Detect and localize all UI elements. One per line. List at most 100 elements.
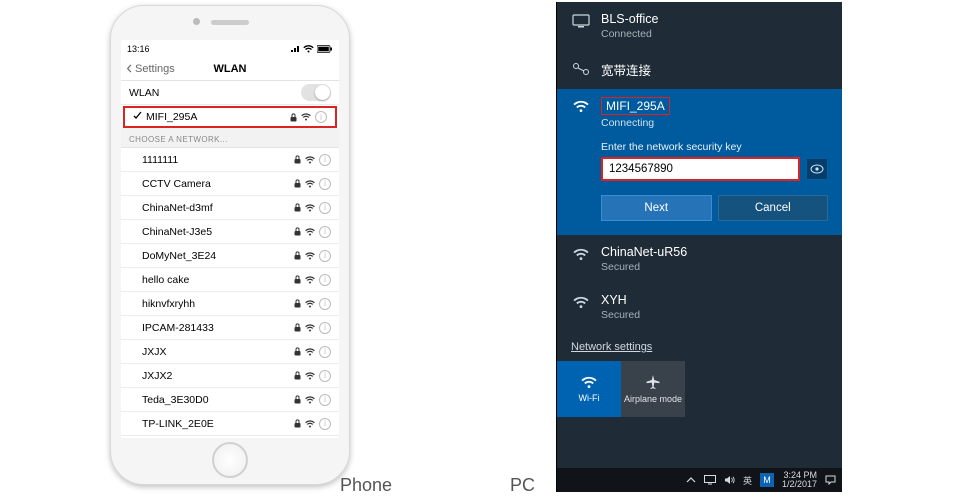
network-name: CCTV Camera xyxy=(142,178,294,190)
network-row[interactable]: JXJXi xyxy=(121,340,339,364)
phone-body: 13:16 Settings WLAN WLAN xyxy=(110,5,350,485)
info-icon[interactable]: i xyxy=(319,202,331,214)
network-name: 1111111 xyxy=(142,154,294,166)
info-icon[interactable]: i xyxy=(319,298,331,310)
network-name: hiknvfxryhh xyxy=(142,298,294,310)
info-icon[interactable]: i xyxy=(319,226,331,238)
airplane-tile[interactable]: Airplane mode xyxy=(621,361,685,417)
network-item[interactable]: BLS-officeConnected xyxy=(557,2,842,50)
tray-up-icon[interactable] xyxy=(686,476,696,484)
ethernet-icon xyxy=(571,12,591,40)
network-row[interactable]: ChinaNet-J3e5 i xyxy=(121,220,339,244)
info-icon[interactable]: i xyxy=(319,250,331,262)
home-button[interactable] xyxy=(212,442,248,478)
flyout-body: BLS-officeConnected宽带连接 MIFI_295A Connec… xyxy=(557,2,842,468)
network-row[interactable]: DoMyNet_3E24 i xyxy=(121,244,339,268)
network-item[interactable]: ChinaNet-uR56Secured xyxy=(557,235,842,283)
cancel-button[interactable]: Cancel xyxy=(718,195,829,221)
status-indicators xyxy=(291,44,333,54)
row-indicators: i xyxy=(294,370,331,382)
network-row[interactable]: hello cakei xyxy=(121,268,339,292)
info-icon[interactable]: i xyxy=(319,154,331,166)
status-bar: 13:16 xyxy=(121,40,339,57)
network-row[interactable]: TP-LINK_2E0E i xyxy=(121,412,339,436)
wifi-tile[interactable]: Wi-Fi xyxy=(557,361,621,417)
network-row[interactable]: JXJX2i xyxy=(121,364,339,388)
wifi-icon xyxy=(305,228,315,236)
tray-monitor-icon[interactable] xyxy=(704,475,716,485)
dialup-icon xyxy=(571,60,591,79)
ime-mode[interactable]: M xyxy=(760,473,774,487)
lock-icon xyxy=(294,251,301,260)
network-name: ChinaNet-J3e5 xyxy=(142,226,294,238)
status-time: 13:16 xyxy=(127,44,150,54)
wifi-icon xyxy=(305,180,315,188)
taskbar-clock[interactable]: 3:24 PM 1/2/2017 xyxy=(782,471,817,489)
wifi-tile-label: Wi-Fi xyxy=(579,393,600,403)
back-button[interactable]: Settings xyxy=(125,63,175,75)
back-label: Settings xyxy=(135,63,175,75)
lock-icon xyxy=(294,155,301,164)
taskbar: 英 M 3:24 PM 1/2/2017 xyxy=(557,468,842,492)
wifi-icon xyxy=(305,300,315,308)
network-name: Teda_3E30D0 xyxy=(142,394,294,406)
next-button[interactable]: Next xyxy=(601,195,712,221)
info-icon[interactable]: i xyxy=(319,274,331,286)
wifi-icon xyxy=(305,204,315,212)
phone-caption: Phone xyxy=(340,475,392,496)
lock-icon xyxy=(294,227,301,236)
tiles-spacer xyxy=(685,361,842,417)
lock-icon xyxy=(294,275,301,284)
info-icon[interactable]: i xyxy=(319,322,331,334)
info-icon[interactable]: i xyxy=(319,178,331,190)
phone-device: 13:16 Settings WLAN WLAN xyxy=(110,5,350,485)
network-row[interactable]: CCTV Camera i xyxy=(121,172,339,196)
info-icon[interactable]: i xyxy=(319,394,331,406)
chevron-left-icon xyxy=(125,64,134,73)
wlan-toggle[interactable] xyxy=(301,84,331,101)
connected-network-name: MIFI_295A xyxy=(146,111,290,123)
row-indicators: i xyxy=(294,298,331,310)
wifi-icon xyxy=(571,97,591,113)
info-icon[interactable]: i xyxy=(319,418,331,430)
network-name: DoMyNet_3E24 xyxy=(142,250,294,262)
signal-icon xyxy=(291,45,301,53)
row-indicators: i xyxy=(294,346,331,358)
wifi-icon xyxy=(305,276,315,284)
info-icon[interactable]: i xyxy=(319,370,331,382)
network-row[interactable]: 1111111 i xyxy=(121,148,339,172)
network-name: XYH xyxy=(601,293,640,307)
network-item[interactable]: 宽带连接 xyxy=(557,50,842,89)
reveal-password-button[interactable] xyxy=(806,158,828,180)
network-row[interactable]: hiknvfxryhh i xyxy=(121,292,339,316)
windows-network-flyout: BLS-officeConnected宽带连接 MIFI_295A Connec… xyxy=(556,2,842,492)
network-row[interactable]: ChinaNet-d3mfi xyxy=(121,196,339,220)
network-row[interactable]: IPCAM-281433i xyxy=(121,316,339,340)
lock-icon xyxy=(294,419,301,428)
expanded-network-name: MIFI_295A xyxy=(601,97,670,115)
row-indicators: i xyxy=(294,178,331,190)
wlan-toggle-row[interactable]: WLAN xyxy=(121,81,339,105)
network-item[interactable]: XYHSecured xyxy=(557,283,842,331)
wifi-icon xyxy=(580,375,598,389)
tray-volume-icon[interactable] xyxy=(724,475,735,485)
lock-icon xyxy=(294,371,301,380)
network-row[interactable]: TP-LINK_DD08i xyxy=(121,436,339,438)
taskbar-date: 1/2/2017 xyxy=(782,480,817,489)
wifi-icon xyxy=(305,372,315,380)
wifi-icon xyxy=(571,293,591,321)
security-key-input[interactable]: 1234567890 xyxy=(601,157,800,181)
info-icon[interactable]: i xyxy=(315,111,327,123)
network-name: BLS-office xyxy=(601,12,658,26)
lock-icon xyxy=(294,299,301,308)
available-networks-section: ChinaNet-uR56SecuredXYHSecured xyxy=(557,235,842,331)
wifi-icon xyxy=(305,420,315,428)
connected-network-row[interactable]: MIFI_295A i xyxy=(123,106,337,128)
ime-language[interactable]: 英 xyxy=(743,474,752,487)
network-row[interactable]: Teda_3E30D0 i xyxy=(121,388,339,412)
network-settings-link[interactable]: Network settings xyxy=(557,331,842,361)
page-title: WLAN xyxy=(214,63,247,75)
action-center-icon[interactable] xyxy=(825,475,836,485)
info-icon[interactable]: i xyxy=(319,346,331,358)
network-name: TP-LINK_2E0E xyxy=(142,418,294,430)
